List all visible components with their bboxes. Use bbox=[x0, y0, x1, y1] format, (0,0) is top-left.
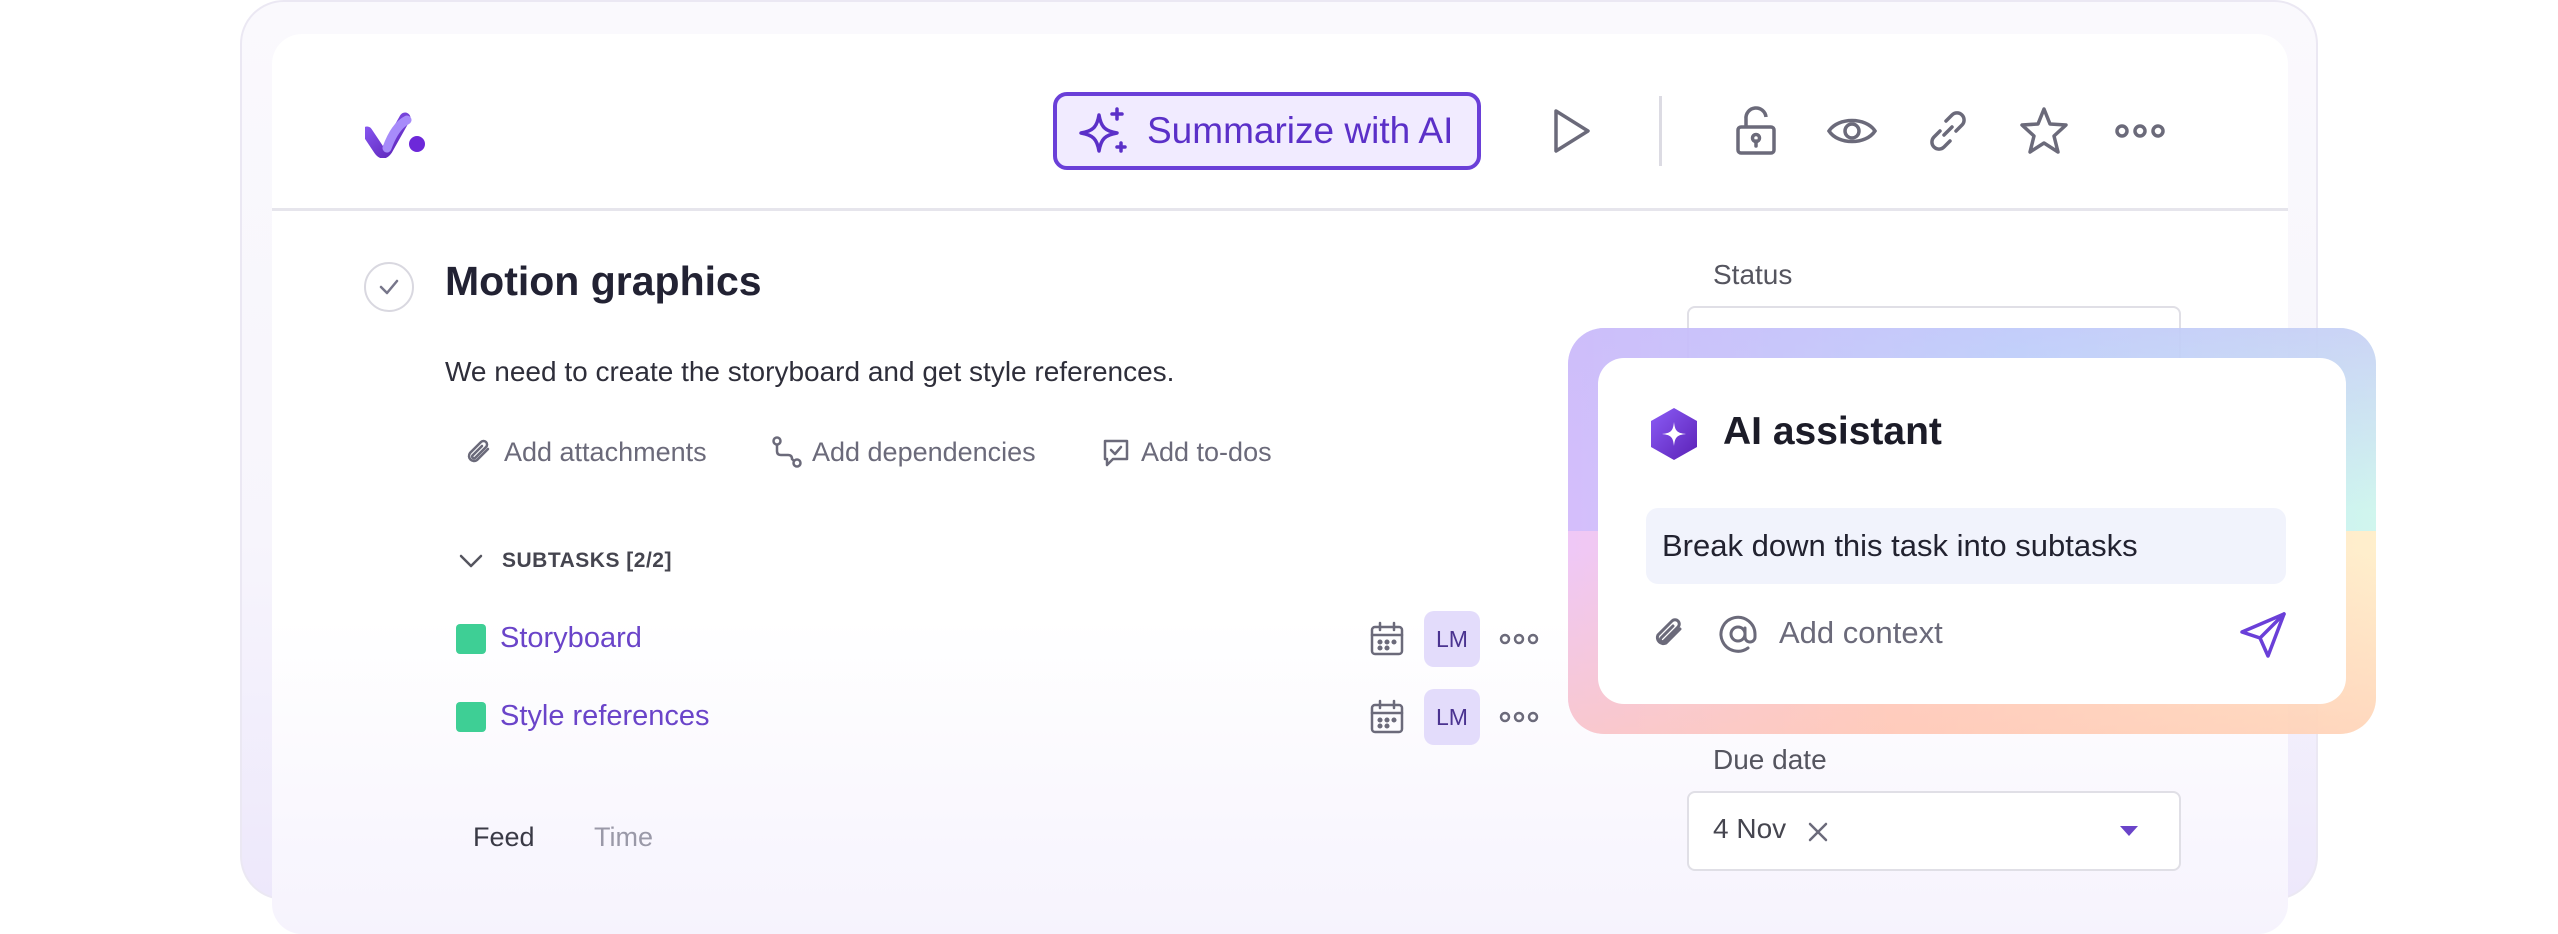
send-icon[interactable] bbox=[2238, 610, 2288, 660]
due-date-label: Due date bbox=[1713, 744, 1827, 775]
more-icon[interactable] bbox=[2114, 105, 2166, 157]
task-title[interactable]: Motion graphics bbox=[445, 258, 762, 305]
complete-task-checkbox[interactable] bbox=[364, 262, 414, 312]
add-context-button[interactable]: Add context bbox=[1779, 615, 1943, 651]
sparkle-icon bbox=[1079, 107, 1127, 153]
caret-down-icon[interactable] bbox=[2117, 823, 2141, 839]
todo-icon bbox=[1103, 439, 1129, 467]
subtask-status-indicator bbox=[456, 624, 486, 654]
subtask-status-indicator bbox=[456, 702, 486, 732]
star-icon[interactable] bbox=[2018, 105, 2070, 157]
assignee-avatar[interactable]: LM bbox=[1424, 611, 1480, 667]
assignee-avatar[interactable]: LM bbox=[1424, 689, 1480, 745]
toolbar-divider bbox=[1659, 96, 1662, 166]
add-todos-button[interactable]: Add to-dos bbox=[1099, 435, 1272, 469]
summarize-with-ai-button[interactable]: Summarize with AI bbox=[1053, 92, 1481, 170]
chevron-down-icon bbox=[459, 554, 483, 568]
add-attachments-label: Add attachments bbox=[504, 436, 707, 467]
tab-feed[interactable]: Feed bbox=[473, 822, 535, 853]
add-dependencies-label: Add dependencies bbox=[812, 436, 1036, 467]
subtask-name[interactable]: Storyboard bbox=[500, 622, 642, 655]
status-label: Status bbox=[1713, 259, 1793, 290]
add-dependencies-button[interactable]: Add dependencies bbox=[770, 435, 1036, 469]
subtask-name[interactable]: Style references bbox=[500, 700, 710, 733]
mention-icon[interactable] bbox=[1716, 612, 1760, 656]
add-attachments-button[interactable]: Add attachments bbox=[462, 435, 707, 469]
subtasks-label: SUBTASKS [2/2] bbox=[502, 549, 672, 572]
due-date-value: 4 Nov bbox=[1713, 813, 1787, 844]
ai-prompt-input[interactable]: Break down this task into subtasks bbox=[1646, 508, 2286, 584]
summarize-label: Summarize with AI bbox=[1147, 110, 1454, 151]
play-icon[interactable] bbox=[1544, 105, 1596, 157]
dependency-icon bbox=[772, 436, 802, 468]
eye-icon[interactable] bbox=[1826, 105, 1878, 157]
add-todos-label: Add to-dos bbox=[1141, 436, 1272, 467]
clear-icon[interactable] bbox=[1805, 819, 1831, 845]
task-description[interactable]: We need to create the storyboard and get… bbox=[445, 356, 1174, 388]
check-icon bbox=[379, 279, 399, 295]
paperclip-icon[interactable] bbox=[1648, 613, 1690, 655]
subtask-row: Storyboard LM bbox=[456, 610, 1546, 670]
paperclip-icon bbox=[467, 439, 490, 463]
calendar-icon[interactable] bbox=[1368, 698, 1406, 736]
tab-time[interactable]: Time bbox=[594, 822, 653, 853]
link-icon[interactable] bbox=[1922, 105, 1974, 157]
due-date-field[interactable]: 4 Nov bbox=[1687, 791, 2181, 871]
more-icon[interactable] bbox=[1498, 626, 1540, 652]
subtask-row: Style references LM bbox=[456, 688, 1546, 748]
unlock-icon[interactable] bbox=[1730, 105, 1782, 157]
calendar-icon[interactable] bbox=[1368, 620, 1406, 658]
ai-assistant-title: AI assistant bbox=[1723, 410, 1942, 453]
subtasks-toggle[interactable]: SUBTASKS [2/2] bbox=[456, 546, 672, 576]
ai-hexagon-icon bbox=[1651, 408, 1697, 460]
app-logo-icon bbox=[365, 112, 425, 158]
more-icon[interactable] bbox=[1498, 704, 1540, 730]
